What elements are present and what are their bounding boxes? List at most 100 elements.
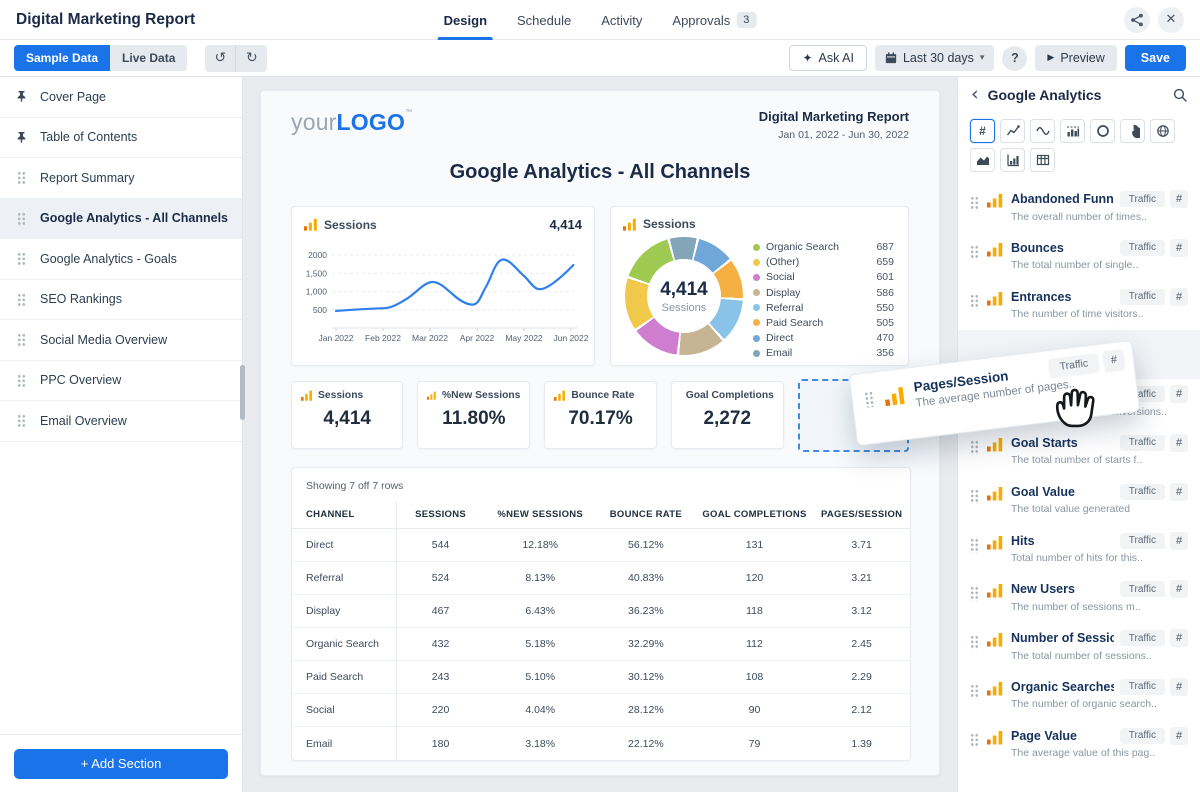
table-row: Social 220 4.04% 28.12% 90 2.12 bbox=[292, 694, 910, 727]
number-widget-icon: # bbox=[1170, 677, 1188, 696]
ga-bars-icon bbox=[622, 218, 636, 231]
legend-item: Referral 550 bbox=[752, 302, 894, 314]
svg-text:Mar 2022: Mar 2022 bbox=[413, 333, 449, 343]
tab-approvals[interactable]: Approvals 3 bbox=[672, 0, 757, 40]
preview-button[interactable]: ▶ Preview bbox=[1035, 45, 1117, 71]
widget-item-bounces[interactable]: Bounces Traffic # The total number of sin… bbox=[958, 233, 1200, 282]
filter-area[interactable] bbox=[970, 148, 995, 172]
svg-text:Jan 2022: Jan 2022 bbox=[319, 333, 354, 343]
sidebar-item-report-summary[interactable]: Report Summary bbox=[0, 158, 242, 199]
kpi-bounce-rate[interactable]: Bounce Rate 70.17% bbox=[544, 381, 657, 449]
sidebar-item-ga-all-channels[interactable]: Google Analytics - All Channels bbox=[0, 198, 242, 239]
header-tabs: Design Schedule Activity Approvals 3 bbox=[437, 0, 757, 40]
svg-text:Feb 2022: Feb 2022 bbox=[366, 333, 402, 343]
sparkle-icon: ✦ bbox=[802, 51, 813, 65]
kpi-new-sessions[interactable]: %New Sessions 11.80% bbox=[417, 381, 531, 449]
drag-handle-icon bbox=[970, 537, 979, 553]
tab-schedule[interactable]: Schedule bbox=[517, 0, 571, 40]
ga-bars-icon bbox=[987, 194, 1003, 208]
legend-item: Email 356 bbox=[752, 347, 894, 359]
sessions-donut-chart: 4,414 Sessions bbox=[624, 237, 743, 355]
filter-bar-chart[interactable] bbox=[1000, 148, 1025, 172]
chart-title: Sessions bbox=[324, 217, 377, 232]
undo-button[interactable]: ↺ bbox=[205, 44, 237, 72]
number-widget-icon: # bbox=[1170, 482, 1188, 501]
ga-bars-icon bbox=[987, 486, 1003, 501]
sidebar-item-seo-rankings[interactable]: SEO Rankings bbox=[0, 280, 242, 320]
filter-ring[interactable] bbox=[1090, 119, 1115, 143]
report-title: Digital Marketing Report bbox=[16, 10, 196, 28]
share-icon bbox=[1131, 13, 1143, 26]
sidebar-item-ppc-overview[interactable]: PPC Overview bbox=[0, 361, 242, 401]
sample-data-button[interactable]: Sample Data bbox=[14, 45, 111, 71]
filter-globe[interactable] bbox=[1150, 119, 1175, 143]
filter-histogram[interactable] bbox=[1060, 119, 1085, 143]
table-header-row: CHANNEL SESSIONS %NEW SESSIONS BOUNCE RA… bbox=[292, 501, 910, 529]
table-row: Organic Search 432 5.18% 32.29% 112 2.45 bbox=[292, 628, 910, 661]
filter-line-chart[interactable] bbox=[1000, 119, 1025, 143]
number-widget-icon: # bbox=[1170, 287, 1188, 306]
filter-number[interactable]: # bbox=[970, 119, 995, 143]
sidebar-item-cover-page[interactable]: Cover Page bbox=[0, 77, 242, 118]
sections-sidebar: Cover Page Table of Contents Report Summ… bbox=[0, 77, 243, 792]
number-widget-icon: # bbox=[1170, 580, 1188, 599]
close-button[interactable]: ✕ bbox=[1158, 6, 1184, 33]
table-row: Paid Search 243 5.10% 30.12% 108 2.29 bbox=[292, 661, 910, 694]
legend-item: Direct 470 bbox=[752, 332, 894, 344]
sidebar-item-ga-goals[interactable]: Google Analytics - Goals bbox=[0, 239, 242, 280]
sidebar-item-table-of-contents[interactable]: Table of Contents bbox=[0, 118, 242, 158]
filter-table[interactable] bbox=[1030, 148, 1055, 172]
help-button[interactable]: ? bbox=[1002, 45, 1028, 71]
number-widget-icon: # bbox=[1102, 349, 1126, 372]
sessions-line-chart-widget[interactable]: Sessions 4,414 2000 1,500 1,000 500 Jan … bbox=[291, 206, 595, 366]
widget-type-filters: # bbox=[958, 113, 1200, 174]
widget-item-entrances[interactable]: Entrances Traffic # The number of time vi… bbox=[958, 282, 1200, 331]
traffic-tag: Traffic bbox=[1119, 678, 1165, 695]
sidebar-item-email-overview[interactable]: Email Overview bbox=[0, 401, 242, 442]
widget-item-organic-searches[interactable]: Organic Searches Traffic # The number of … bbox=[958, 672, 1200, 721]
channels-table-widget[interactable]: Showing 7 off 7 rows CHANNEL SESSIONS %N… bbox=[291, 467, 911, 761]
kpi-goal-completions[interactable]: Goal Completions 2,272 bbox=[670, 381, 784, 449]
legend-item: (Other) 659 bbox=[752, 256, 894, 268]
drag-handle-icon bbox=[14, 252, 28, 266]
calendar-icon bbox=[885, 52, 897, 64]
redo-button[interactable]: ↻ bbox=[236, 45, 267, 72]
widget-item-new-users[interactable]: New Users Traffic # The number of session… bbox=[958, 574, 1200, 623]
date-range-dropdown[interactable]: Last 30 days ▾ bbox=[874, 45, 995, 71]
question-icon: ? bbox=[1011, 51, 1019, 65]
traffic-tag: Traffic bbox=[1119, 434, 1165, 451]
number-widget-icon: # bbox=[1170, 726, 1188, 745]
sidebar-scrollbar[interactable] bbox=[240, 365, 245, 420]
drag-handle-icon bbox=[14, 211, 28, 225]
widget-item-goal-value[interactable]: Goal Value Traffic # The total value gene… bbox=[958, 477, 1200, 526]
live-data-button[interactable]: Live Data bbox=[110, 45, 188, 71]
back-chevron-icon[interactable]: ‹ bbox=[971, 84, 979, 104]
ga-bars-icon bbox=[987, 242, 1003, 257]
tab-design[interactable]: Design bbox=[437, 0, 494, 40]
ga-bars-icon bbox=[987, 584, 1003, 598]
donut-legend: Organic Search 687 (Other) 659 Social 601 D… bbox=[743, 235, 908, 359]
save-button[interactable]: Save bbox=[1124, 45, 1186, 71]
add-section-button[interactable]: + Add Section bbox=[14, 748, 228, 779]
canvas-report-name: Digital Marketing Report bbox=[758, 109, 909, 124]
filter-pie[interactable] bbox=[1120, 119, 1145, 143]
number-widget-icon: # bbox=[1170, 190, 1188, 208]
donut-center-label: Sessions bbox=[661, 301, 707, 314]
tab-activity[interactable]: Activity bbox=[601, 0, 642, 40]
sidebar-item-social-media-overview[interactable]: Social Media Overview bbox=[0, 320, 242, 361]
sessions-donut-widget[interactable]: Sessions 4,414 Sessions Organic Search 68… bbox=[609, 206, 909, 366]
drag-handle-icon bbox=[970, 196, 979, 211]
widget-item-page-value[interactable]: Page Value Traffic # The average value of… bbox=[958, 721, 1200, 770]
ga-bars-icon bbox=[885, 387, 905, 407]
widget-item-hits[interactable]: Hits Traffic # Total number of hits for t… bbox=[958, 526, 1200, 575]
widget-item-abandoned-funnels[interactable]: Abandoned Funnels Traffic# The overall n… bbox=[958, 184, 1200, 233]
filter-curve[interactable] bbox=[1030, 119, 1055, 143]
search-icon[interactable] bbox=[1173, 88, 1187, 102]
ask-ai-button[interactable]: ✦ Ask AI bbox=[789, 45, 867, 71]
ga-bars-icon bbox=[987, 681, 1003, 696]
widget-item-number-of-sessions[interactable]: Number of Sessions p.. Traffic# The tota… bbox=[958, 623, 1200, 672]
kpi-sessions[interactable]: Sessions 4,414 bbox=[291, 381, 404, 449]
drag-handle-icon bbox=[970, 488, 979, 504]
sidebar-footer: + Add Section bbox=[0, 734, 242, 792]
share-button[interactable] bbox=[1124, 6, 1150, 33]
